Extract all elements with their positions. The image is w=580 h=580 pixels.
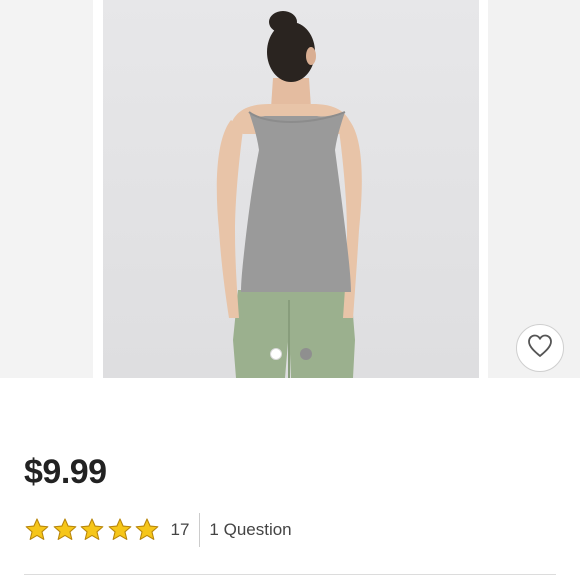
next-image-peek[interactable] xyxy=(488,0,580,378)
carousel-dot-2[interactable] xyxy=(300,348,312,360)
product-page: $9.99 17 1 Question xyxy=(0,0,580,580)
favorite-button[interactable] xyxy=(516,324,564,372)
star-filled-icon xyxy=(135,518,159,540)
review-count-link[interactable]: 17 xyxy=(171,520,190,540)
model-back-view-illustration xyxy=(216,11,362,378)
heart-outline-icon xyxy=(527,334,553,363)
star-filled-icon xyxy=(108,518,131,540)
carousel-dot-1[interactable] xyxy=(270,348,282,360)
questions-link[interactable]: 1 Question xyxy=(209,520,291,540)
star-filled-icon xyxy=(80,518,104,540)
rating-divider xyxy=(199,513,201,547)
star-filled-icon xyxy=(25,518,49,540)
section-divider xyxy=(24,574,556,575)
previous-image-peek[interactable] xyxy=(0,0,93,378)
rating-row: 17 1 Question xyxy=(24,512,292,548)
star-filled-icon xyxy=(53,518,76,540)
product-image[interactable] xyxy=(103,0,479,378)
product-price: $9.99 xyxy=(24,453,107,491)
product-image-carousel[interactable] xyxy=(0,0,580,378)
star-rating[interactable] xyxy=(24,517,162,543)
